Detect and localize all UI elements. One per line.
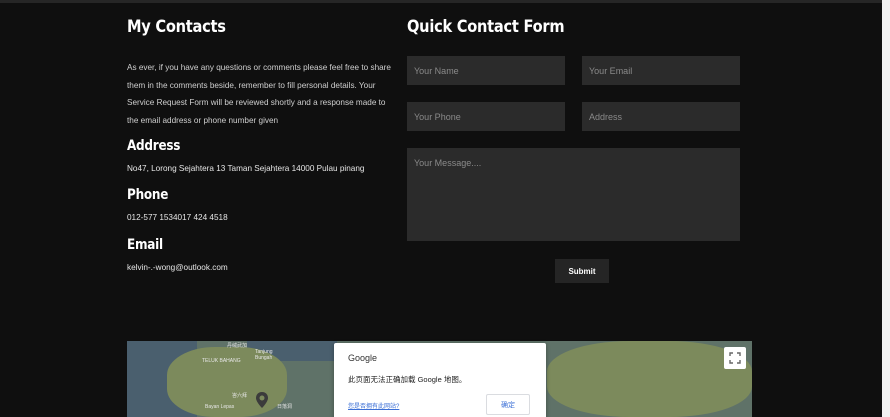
map-label: 丹绒武加: [227, 343, 248, 349]
fullscreen-button[interactable]: [724, 347, 746, 369]
submit-button[interactable]: Submit: [555, 259, 609, 283]
dialog-ok-button[interactable]: 确定: [486, 394, 530, 415]
scrollbar[interactable]: [882, 0, 890, 417]
top-bar: [0, 0, 882, 3]
map-label: Bayan Lepas: [205, 404, 235, 410]
email-value: kelvin-.-wong@outlook.com: [127, 263, 228, 272]
map-label: TELUK BAHANG: [202, 358, 241, 364]
phone-heading: Phone: [127, 187, 169, 203]
map-label: Bungah: [255, 355, 273, 361]
map-label: 日落洞: [277, 404, 293, 410]
page: My Contacts As ever, if you have any que…: [0, 0, 882, 417]
fullscreen-icon: [729, 352, 741, 364]
dialog-brand: Google: [348, 353, 378, 363]
map-label: 峇六拜: [232, 393, 248, 399]
message-textarea[interactable]: Your Message....: [407, 148, 740, 241]
map-error-dialog: Google 此页面无法正确加载 Google 地图。 您是否拥有此网站? 确定: [334, 343, 546, 417]
map-land: [547, 341, 752, 417]
contacts-intro: As ever, if you have any questions or co…: [127, 63, 391, 125]
email-heading: Email: [127, 237, 163, 253]
email-input[interactable]: Your Email: [582, 56, 740, 85]
dialog-message: 此页面无法正确加载 Google 地图。: [348, 375, 467, 384]
address-input[interactable]: Address: [582, 102, 740, 131]
phone-input[interactable]: Your Phone: [407, 102, 565, 131]
dialog-link[interactable]: 您是否拥有此网站?: [348, 401, 399, 410]
address-value: No47, Lorong Sejahtera 13 Taman Sejahter…: [127, 164, 365, 173]
address-heading: Address: [127, 138, 181, 154]
form-title: Quick Contact Form: [407, 17, 565, 37]
name-input[interactable]: Your Name: [407, 56, 565, 85]
location-pin-icon: [256, 392, 268, 408]
phone-value: 012-577 1534017 424 4518: [127, 213, 228, 222]
contacts-title: My Contacts: [127, 17, 226, 37]
